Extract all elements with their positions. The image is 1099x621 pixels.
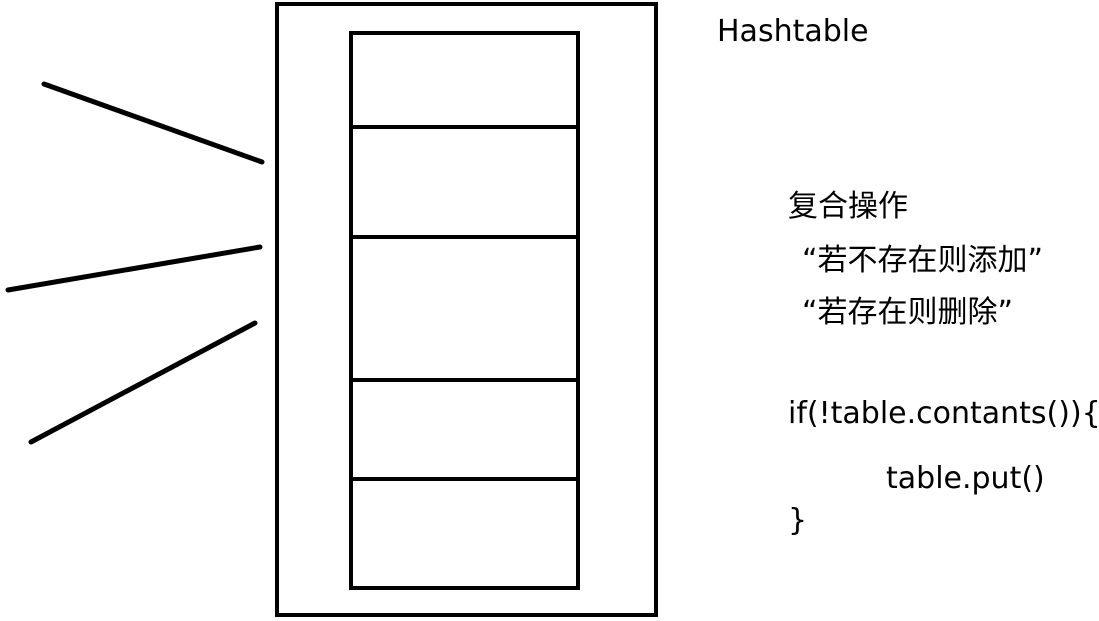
- code-line-if: if(!table.contants()){: [788, 396, 1099, 431]
- access-line-2: [5, 244, 263, 293]
- outer-container-box: [275, 2, 658, 617]
- access-line-1: [41, 81, 265, 165]
- compound-ops-heading: 复合操作: [788, 189, 908, 224]
- code-line-put: table.put(): [886, 461, 1045, 496]
- bucket-column: [349, 31, 580, 590]
- code-line-close-brace: }: [788, 503, 808, 538]
- compound-op-remove-if-present: “若存在则删除”: [802, 295, 1014, 330]
- hashtable-title: Hashtable: [717, 14, 869, 49]
- access-line-3: [28, 320, 258, 445]
- compound-op-put-if-absent: “若不存在则添加”: [802, 243, 1044, 278]
